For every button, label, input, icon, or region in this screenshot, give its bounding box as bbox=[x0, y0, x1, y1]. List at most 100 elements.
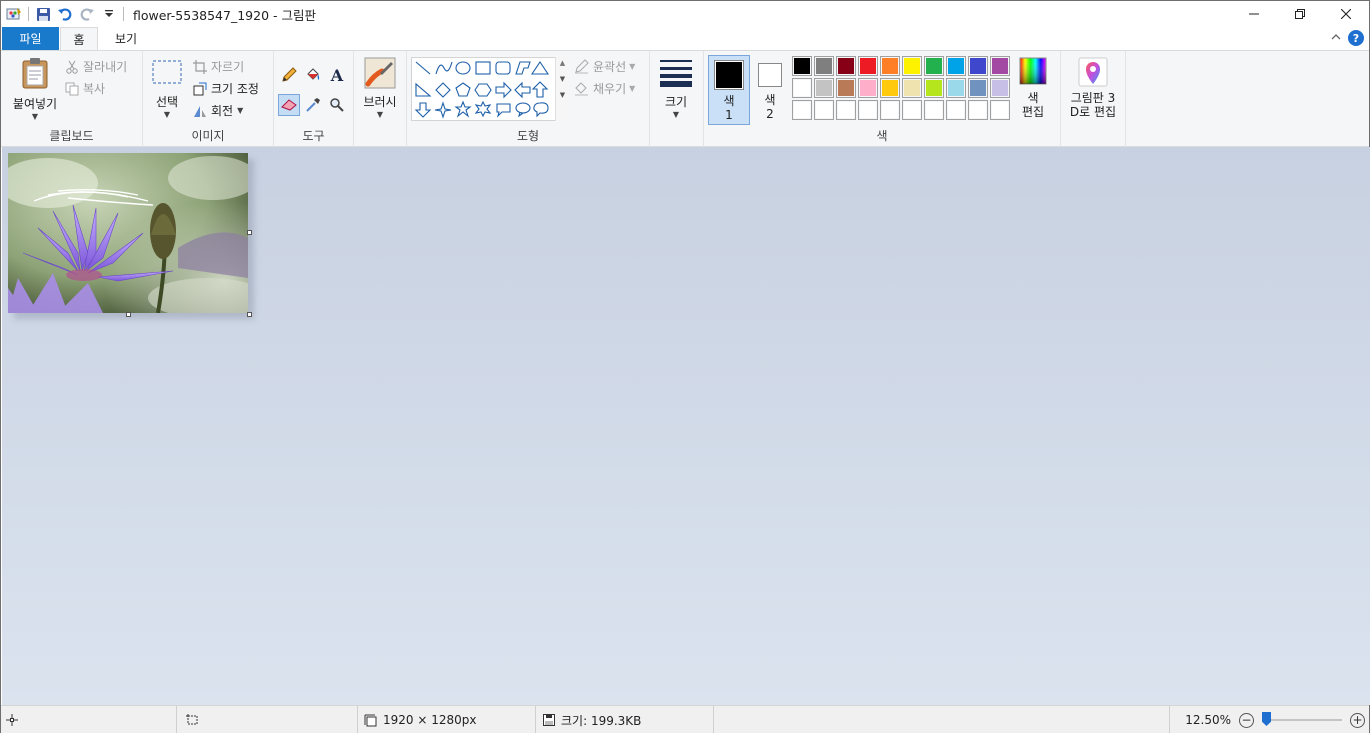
chevron-down-icon: ▼ bbox=[163, 110, 171, 119]
fill-button[interactable]: 채우기 ▼ bbox=[574, 80, 635, 97]
resize-handle-bottom[interactable] bbox=[126, 312, 131, 317]
palette-swatch-empty[interactable] bbox=[990, 100, 1010, 120]
color-spectrum-icon bbox=[1019, 57, 1047, 85]
selection-icon bbox=[185, 713, 199, 727]
copy-button[interactable]: 복사 bbox=[65, 80, 105, 97]
edit-with-paint3d-button[interactable]: 그림판 3 D로 편집 bbox=[1063, 57, 1123, 119]
color2-button[interactable]: 색 2 bbox=[754, 55, 786, 125]
resize-handle-corner[interactable] bbox=[247, 312, 252, 317]
palette-swatch[interactable] bbox=[902, 78, 922, 98]
zoom-out-button[interactable]: − bbox=[1239, 712, 1254, 728]
separator bbox=[123, 7, 124, 21]
size-group: 크기 ▼ bbox=[650, 51, 704, 147]
fill-bucket-icon[interactable] bbox=[303, 65, 323, 85]
tab-file[interactable]: 파일 bbox=[2, 27, 59, 50]
status-spacer bbox=[714, 706, 1170, 733]
palette-swatch[interactable] bbox=[814, 78, 834, 98]
clipboard-group-label: 클립보드 bbox=[49, 129, 94, 143]
color1-label: 색 bbox=[723, 94, 735, 108]
zoom-in-button[interactable]: + bbox=[1350, 712, 1365, 728]
paint-app-icon[interactable] bbox=[3, 3, 25, 25]
select-button[interactable]: 선택 ▼ bbox=[149, 59, 185, 119]
pencil-icon[interactable] bbox=[279, 65, 299, 85]
palette-swatch-empty[interactable] bbox=[880, 100, 900, 120]
restore-button[interactable] bbox=[1277, 1, 1323, 27]
customize-toolbar-chevron-down-icon[interactable] bbox=[98, 3, 120, 25]
crop-button[interactable]: 자르기 bbox=[193, 58, 244, 75]
ribbon-tab-bar: 파일 홈 보기 ? bbox=[1, 27, 1369, 51]
outline-label: 윤곽선 bbox=[593, 60, 627, 74]
title-bar: flower-5538547_1920 - 그림판 bbox=[1, 1, 1369, 27]
zoom-slider[interactable] bbox=[1262, 712, 1342, 726]
palette-swatch[interactable] bbox=[968, 78, 988, 98]
collapse-ribbon-chevron-up-icon[interactable] bbox=[1331, 31, 1341, 44]
select-rectangle-icon bbox=[152, 60, 182, 84]
resize-button[interactable]: 크기 조정 bbox=[193, 80, 259, 97]
undo-icon[interactable] bbox=[54, 3, 76, 25]
fill-bucket-icon bbox=[574, 81, 589, 96]
size-button[interactable]: 크기 ▼ bbox=[657, 59, 695, 119]
brush-icon bbox=[364, 57, 396, 89]
palette-swatch[interactable] bbox=[858, 78, 878, 98]
palette-swatch-empty[interactable] bbox=[968, 100, 988, 120]
close-button[interactable] bbox=[1323, 1, 1369, 27]
palette-swatch[interactable] bbox=[990, 56, 1010, 76]
color2-swatch bbox=[758, 63, 782, 87]
cut-button[interactable]: 잘라내기 bbox=[65, 58, 127, 75]
colors-group: 색 1 색 2 색 편집 색 bbox=[704, 51, 1061, 147]
zoom-slider-thumb[interactable] bbox=[1262, 712, 1271, 726]
palette-swatch[interactable] bbox=[924, 78, 944, 98]
rotate-button[interactable]: 회전 ▼ bbox=[193, 102, 243, 119]
color-picker-icon[interactable] bbox=[303, 95, 323, 115]
edit-colors-button[interactable]: 색 편집 bbox=[1015, 57, 1051, 119]
tools-group-label: 도구 bbox=[302, 129, 325, 143]
palette-swatch-empty[interactable] bbox=[792, 100, 812, 120]
text-tool-icon[interactable]: A bbox=[327, 65, 347, 85]
palette-swatch[interactable] bbox=[946, 56, 966, 76]
zoom-level-text: 12.50% bbox=[1185, 713, 1231, 727]
color2-number: 2 bbox=[766, 107, 774, 121]
palette-swatch[interactable] bbox=[792, 56, 812, 76]
palette-swatch[interactable] bbox=[902, 56, 922, 76]
fill-label: 채우기 bbox=[593, 82, 627, 96]
scissors-icon bbox=[65, 60, 79, 74]
separator bbox=[28, 7, 29, 21]
palette-swatch-empty[interactable] bbox=[902, 100, 922, 120]
palette-swatch-empty[interactable] bbox=[814, 100, 834, 120]
palette-swatch[interactable] bbox=[968, 56, 988, 76]
outline-button[interactable]: 윤곽선 ▼ bbox=[574, 58, 635, 75]
palette-swatch[interactable] bbox=[858, 56, 878, 76]
palette-swatch[interactable] bbox=[990, 78, 1010, 98]
palette-swatch-empty[interactable] bbox=[858, 100, 878, 120]
resize-icon bbox=[193, 82, 207, 96]
palette-swatch[interactable] bbox=[836, 56, 856, 76]
shapes-gallery-scrollbar[interactable]: ▲ ▼ ▼ bbox=[555, 57, 569, 121]
save-icon[interactable] bbox=[32, 3, 54, 25]
palette-swatch[interactable] bbox=[924, 56, 944, 76]
palette-swatch[interactable] bbox=[880, 56, 900, 76]
chevron-down-icon: ▼ bbox=[629, 62, 636, 71]
magnifier-icon[interactable] bbox=[327, 95, 347, 115]
chevron-down-icon: ▼ bbox=[237, 106, 244, 115]
color1-button[interactable]: 색 1 bbox=[708, 55, 750, 125]
canvas-workspace[interactable] bbox=[2, 147, 1370, 705]
palette-swatch[interactable] bbox=[880, 78, 900, 98]
palette-swatch-empty[interactable] bbox=[836, 100, 856, 120]
palette-swatch[interactable] bbox=[836, 78, 856, 98]
palette-swatch-empty[interactable] bbox=[924, 100, 944, 120]
tab-home[interactable]: 홈 bbox=[60, 27, 98, 51]
paste-label: 붙여넣기 bbox=[12, 97, 58, 111]
canvas-image[interactable] bbox=[8, 153, 248, 313]
palette-swatch[interactable] bbox=[792, 78, 812, 98]
eraser-icon[interactable] bbox=[278, 94, 300, 116]
help-icon[interactable]: ? bbox=[1348, 30, 1364, 46]
resize-handle-right[interactable] bbox=[247, 230, 252, 235]
redo-icon[interactable] bbox=[76, 3, 98, 25]
palette-swatch-empty[interactable] bbox=[946, 100, 966, 120]
paste-button[interactable]: 붙여넣기 ▼ bbox=[9, 57, 61, 121]
minimize-button[interactable] bbox=[1231, 1, 1277, 27]
brushes-button[interactable]: 브러시 ▼ bbox=[359, 57, 401, 119]
palette-swatch[interactable] bbox=[946, 78, 966, 98]
tab-view[interactable]: 보기 bbox=[104, 27, 148, 50]
palette-swatch[interactable] bbox=[814, 56, 834, 76]
